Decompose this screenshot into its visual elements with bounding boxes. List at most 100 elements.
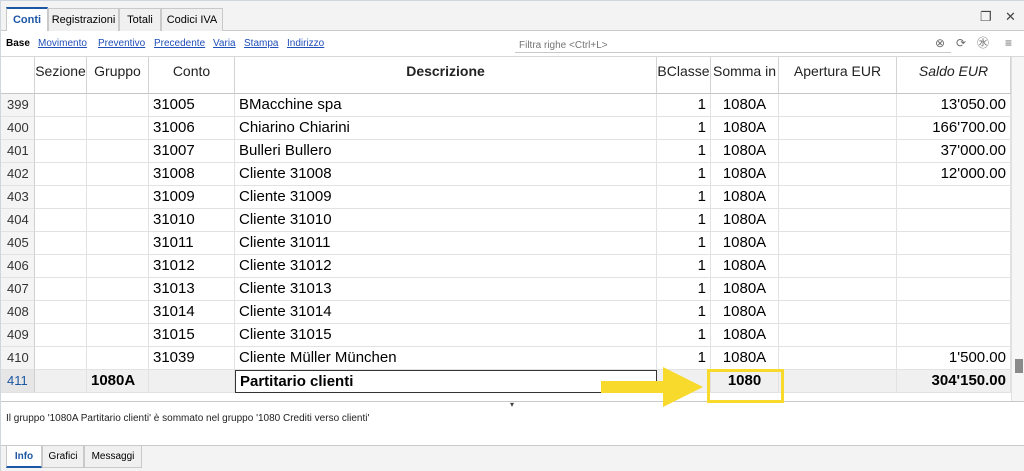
cell-somma-in[interactable]: 1080A (711, 94, 779, 117)
cell-saldo-eur[interactable] (897, 209, 1011, 232)
cell-somma-in[interactable]: 1080A (711, 163, 779, 186)
table-row[interactable]: 406 31012 Cliente 31012 1 1080A (1, 255, 1011, 278)
cell-gruppo[interactable] (87, 209, 149, 232)
cell-gruppo[interactable] (87, 163, 149, 186)
cell-bclasse[interactable]: 1 (657, 301, 711, 324)
cell-saldo-eur[interactable]: 1'500.00 (897, 347, 1011, 370)
tab-messaggi[interactable]: Messaggi (84, 446, 142, 468)
cell-apertura-eur[interactable] (779, 186, 897, 209)
cell-apertura-eur[interactable] (779, 140, 897, 163)
cell-descrizione[interactable]: Cliente 31011 (235, 232, 657, 255)
cell-somma-in[interactable]: 1080A (711, 117, 779, 140)
cell-sezione[interactable] (35, 163, 87, 186)
restore-window-icon[interactable]: ❐ (980, 10, 992, 23)
row-number[interactable]: 400 (1, 117, 35, 140)
cell-descrizione[interactable]: Cliente 31014 (235, 301, 657, 324)
cell-saldo-eur[interactable] (897, 278, 1011, 301)
cell-descrizione[interactable]: Partitario clienti (235, 370, 657, 393)
cell-bclasse[interactable]: 1 (657, 209, 711, 232)
cell-gruppo[interactable] (87, 278, 149, 301)
cell-sezione[interactable] (35, 255, 87, 278)
cell-conto[interactable]: 31015 (149, 324, 235, 347)
cell-sezione[interactable] (35, 117, 87, 140)
cell-conto[interactable] (149, 370, 235, 393)
cell-apertura-eur[interactable] (779, 278, 897, 301)
cell-sezione[interactable] (35, 347, 87, 370)
tab-grafici[interactable]: Grafici (42, 446, 84, 468)
cell-gruppo[interactable] (87, 232, 149, 255)
cell-bclasse[interactable]: 1 (657, 94, 711, 117)
cell-conto[interactable]: 31013 (149, 278, 235, 301)
cell-conto[interactable]: 31009 (149, 186, 235, 209)
panel-splitter-handle[interactable]: ▾ (510, 400, 514, 409)
cell-bclasse[interactable]: 1 (657, 117, 711, 140)
col-header-bclasse[interactable]: BClasse (657, 57, 711, 94)
tab-registrazioni[interactable]: Registrazioni (48, 8, 119, 31)
row-number[interactable]: 411 (1, 370, 35, 393)
cell-apertura-eur[interactable] (779, 255, 897, 278)
view-movimento[interactable]: Movimento (38, 38, 87, 50)
cell-descrizione[interactable]: Cliente 31010 (235, 209, 657, 232)
close-icon[interactable]: ✕ (1005, 10, 1016, 23)
row-number[interactable]: 405 (1, 232, 35, 255)
view-indirizzo[interactable]: Indirizzo (287, 38, 324, 50)
row-number[interactable]: 406 (1, 255, 35, 278)
cell-somma-in[interactable]: 1080A (711, 347, 779, 370)
cell-conto[interactable]: 31008 (149, 163, 235, 186)
col-header-saldo-eur[interactable]: Saldo EUR (897, 57, 1011, 94)
table-row-total[interactable]: 411 1080A Partitario clienti 1080 304'150.00 (1, 370, 1011, 393)
refresh-icon[interactable]: ⟳ (956, 36, 966, 50)
cell-bclasse[interactable]: 1 (657, 278, 711, 301)
cell-somma-in[interactable]: 1080A (711, 209, 779, 232)
table-row[interactable]: 401 31007 Bulleri Bullero 1 1080A 37'000.00 (1, 140, 1011, 163)
cell-apertura-eur[interactable] (779, 94, 897, 117)
cell-sezione[interactable] (35, 232, 87, 255)
cell-conto[interactable]: 31014 (149, 301, 235, 324)
table-row[interactable]: 407 31013 Cliente 31013 1 1080A (1, 278, 1011, 301)
cell-saldo-eur[interactable] (897, 186, 1011, 209)
cell-gruppo[interactable] (87, 324, 149, 347)
row-number[interactable]: 408 (1, 301, 35, 324)
table-row[interactable]: 402 31008 Cliente 31008 1 1080A 12'000.00 (1, 163, 1011, 186)
cell-gruppo[interactable] (87, 255, 149, 278)
cell-somma-in[interactable]: 1080A (711, 324, 779, 347)
cell-conto[interactable]: 31012 (149, 255, 235, 278)
tab-info[interactable]: Info (6, 446, 42, 468)
cell-gruppo[interactable] (87, 140, 149, 163)
cell-saldo-eur[interactable]: 12'000.00 (897, 163, 1011, 186)
table-row[interactable]: 405 31011 Cliente 31011 1 1080A (1, 232, 1011, 255)
table-row[interactable]: 409 31015 Cliente 31015 1 1080A (1, 324, 1011, 347)
row-number[interactable]: 404 (1, 209, 35, 232)
cell-saldo-eur[interactable]: 304'150.00 (897, 370, 1011, 393)
table-row[interactable]: 408 31014 Cliente 31014 1 1080A (1, 301, 1011, 324)
translate-icon[interactable]: ㊌ (977, 36, 989, 50)
col-header-conto[interactable]: Conto (149, 57, 235, 94)
row-number[interactable]: 401 (1, 140, 35, 163)
cell-conto[interactable]: 31005 (149, 94, 235, 117)
cell-saldo-eur[interactable] (897, 301, 1011, 324)
cell-apertura-eur[interactable] (779, 163, 897, 186)
cell-bclasse[interactable]: 1 (657, 140, 711, 163)
cell-apertura-eur[interactable] (779, 301, 897, 324)
cell-gruppo[interactable] (87, 186, 149, 209)
cell-bclasse[interactable]: 1 (657, 255, 711, 278)
cell-descrizione[interactable]: BMacchine spa (235, 94, 657, 117)
cell-conto[interactable]: 31039 (149, 347, 235, 370)
view-stampa[interactable]: Stampa (244, 38, 278, 50)
cell-apertura-eur[interactable] (779, 347, 897, 370)
cell-conto[interactable]: 31007 (149, 140, 235, 163)
table-row[interactable]: 403 31009 Cliente 31009 1 1080A (1, 186, 1011, 209)
cell-saldo-eur[interactable] (897, 324, 1011, 347)
view-precedente[interactable]: Precedente (154, 38, 205, 50)
cell-sezione[interactable] (35, 94, 87, 117)
cell-sezione[interactable] (35, 209, 87, 232)
table-row[interactable]: 400 31006 Chiarino Chiarini 1 1080A 166'700.0… (1, 117, 1011, 140)
cell-gruppo[interactable] (87, 117, 149, 140)
row-number[interactable]: 403 (1, 186, 35, 209)
row-number[interactable]: 399 (1, 94, 35, 117)
menu-icon[interactable]: ≡ (1005, 36, 1012, 50)
cell-conto[interactable]: 31010 (149, 209, 235, 232)
row-number[interactable]: 410 (1, 347, 35, 370)
cell-gruppo[interactable] (87, 301, 149, 324)
cell-descrizione[interactable]: Cliente 31008 (235, 163, 657, 186)
